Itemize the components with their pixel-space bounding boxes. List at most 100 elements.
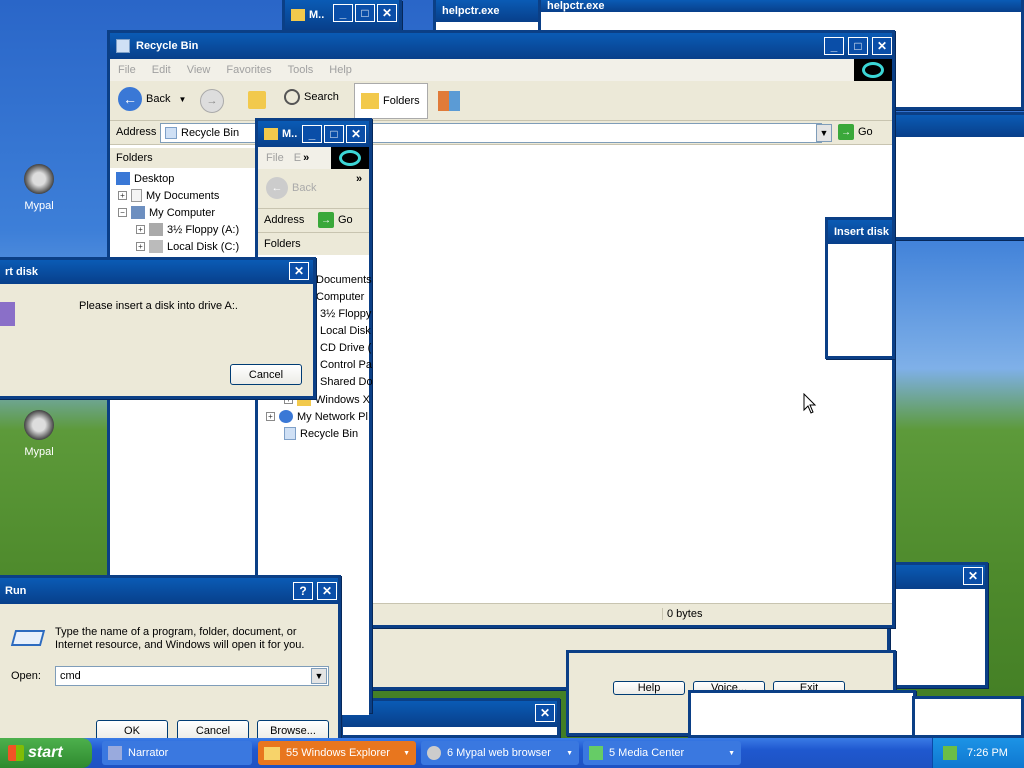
maximize-button[interactable]: □ [355,4,375,22]
maximize-button[interactable]: □ [848,37,868,55]
expand-icon[interactable]: + [136,242,145,251]
collapse-icon[interactable]: − [118,208,127,217]
chevron-down-icon[interactable]: ▼ [566,750,573,757]
go-button[interactable]: → Go [838,124,873,140]
cancel-button[interactable]: Cancel [230,364,302,385]
menu-view[interactable]: View [179,64,219,76]
bg-window-bottom-1: ✕ [340,698,560,738]
open-dropdown-button[interactable]: ▼ [311,668,327,684]
tree-item-local-disk[interactable]: Local Disk [320,325,371,337]
title-bar[interactable]: Run ? ✕ [0,578,338,604]
menu-file[interactable]: File [110,64,144,76]
tree-item-my-documents[interactable]: + My Documents [118,189,219,202]
close-button[interactable]: ✕ [872,37,892,55]
close-button[interactable]: ✕ [346,125,366,143]
address-label: Address [116,126,157,138]
title-bar[interactable]: Insert disk [828,220,892,244]
tree-item-recycle-bin[interactable]: Recycle Bin [284,427,358,440]
go-button[interactable]: → Go [318,212,353,228]
go-arrow-icon: → [838,124,854,140]
up-folder-icon[interactable] [248,91,266,109]
folder-icon [291,9,305,21]
back-button[interactable]: ← Back [266,177,316,199]
insert-disk-window-small[interactable]: Insert disk [825,217,895,359]
close-button[interactable]: ✕ [377,4,397,22]
taskbar-item-narrator[interactable]: Narrator [102,741,252,765]
menu-favorites[interactable]: Favorites [218,64,279,76]
go-arrow-icon: → [318,212,334,228]
recycle-bin-icon [165,127,177,139]
desktop-icon-mypal-1[interactable]: Mypal [16,164,62,212]
forward-button[interactable]: → [200,89,224,113]
title-bar[interactable]: M.. _ □ ✕ [258,121,369,147]
windows-logo-icon [331,147,369,169]
menu-edit[interactable]: Edit [144,64,179,76]
desktop-icon-mypal-2[interactable]: Mypal [16,410,62,458]
tree-item-shared-docs[interactable]: Shared Do [320,376,373,388]
close-button[interactable]: ✕ [317,582,337,600]
tree-item-desktop[interactable]: Desktop [116,172,174,185]
run-description-line1: Type the name of a program, folder, docu… [55,626,297,638]
expand-icon[interactable]: + [266,412,275,421]
back-button[interactable]: ← Back ▼ [118,87,186,111]
open-input[interactable]: cmd [55,666,329,686]
maximize-button[interactable]: □ [324,125,344,143]
address-bar: Address → Go [258,209,369,233]
back-arrow-icon: ← [266,177,288,199]
insert-disk-dialog[interactable]: rt disk ✕ Please insert a disk into driv… [0,257,316,399]
minimize-button[interactable]: _ [302,125,322,143]
tree-item-my-computer[interactable]: Computer [316,291,364,303]
taskbar-item-media-center[interactable]: 5 Media Center ▼ [583,741,741,765]
window-title: Recycle Bin [136,40,199,52]
tree-item-my-documents[interactable]: Documents [316,274,372,286]
tree-item-local-disk[interactable]: + Local Disk (C:) [136,240,239,253]
help-button[interactable]: ? [293,582,313,600]
close-button[interactable]: ✕ [535,704,555,722]
tree-item-my-computer[interactable]: − My Computer [118,206,215,219]
folders-button[interactable]: Folders [354,83,428,119]
taskbar-item-mypal[interactable]: 6 Mypal web browser ▼ [421,741,579,765]
run-icon [10,630,46,646]
tree-item-network[interactable]: + My Network Pl [266,410,368,423]
taskbar-item-windows-explorer[interactable]: 55 Windows Explorer ▼ [258,741,416,765]
tree-item-control-panel[interactable]: Control Pa [320,359,372,371]
tree-item-floppy[interactable]: +3½ Floppy (A:) [136,223,239,236]
close-button[interactable]: ✕ [963,567,983,585]
floppy-disk-icon [0,302,15,326]
menu-edit[interactable]: E [292,152,303,164]
bg-window-top-small[interactable]: M.. _ □ ✕ [282,0,402,34]
search-button[interactable]: Search [284,89,339,105]
more-chevron-icon[interactable]: » [303,152,309,164]
bg-window-helpctr-1[interactable]: helpctr.exe [433,0,541,34]
bg-window-lower-right[interactable]: ✕ [880,562,988,688]
expand-icon[interactable]: + [136,225,145,234]
title-bar[interactable]: rt disk ✕ [0,260,313,284]
address-dropdown-button[interactable]: ▼ [816,124,832,142]
chevron-down-icon[interactable]: ▼ [728,750,735,757]
raccoon-icon [24,410,54,440]
close-button[interactable]: ✕ [289,262,309,280]
menu-file[interactable]: File [258,152,292,164]
start-button[interactable]: start [0,738,92,768]
status-size: 0 bytes [662,608,702,620]
more-chevron-icon[interactable]: » [356,173,362,185]
views-icon[interactable] [438,91,460,111]
minimize-button[interactable]: _ [333,4,353,22]
desktop-icon-label: Mypal [24,200,54,212]
minimize-button[interactable]: _ [824,37,844,55]
menu-help[interactable]: Help [321,64,360,76]
chevron-down-icon[interactable]: ▼ [403,750,410,757]
help-button[interactable]: Help [613,681,685,695]
search-icon [284,89,300,105]
expand-icon[interactable]: + [118,191,127,200]
chevron-down-icon[interactable]: ▼ [178,95,186,104]
tree-item-cd-drive[interactable]: CD Drive ( [320,342,371,354]
clock[interactable]: 7:26 PM [967,747,1008,759]
run-dialog[interactable]: Run ? ✕ Type the name of a program, fold… [0,575,341,745]
address-label: Address [264,214,305,226]
network-tray-icon[interactable] [943,746,957,760]
toolbar: ← Back ▼ → Search Folders [110,81,892,121]
tree-item-floppy[interactable]: 3½ Floppy [320,308,371,320]
menu-tools[interactable]: Tools [280,64,322,76]
title-bar[interactable]: Recycle Bin _ □ ✕ [110,33,892,59]
